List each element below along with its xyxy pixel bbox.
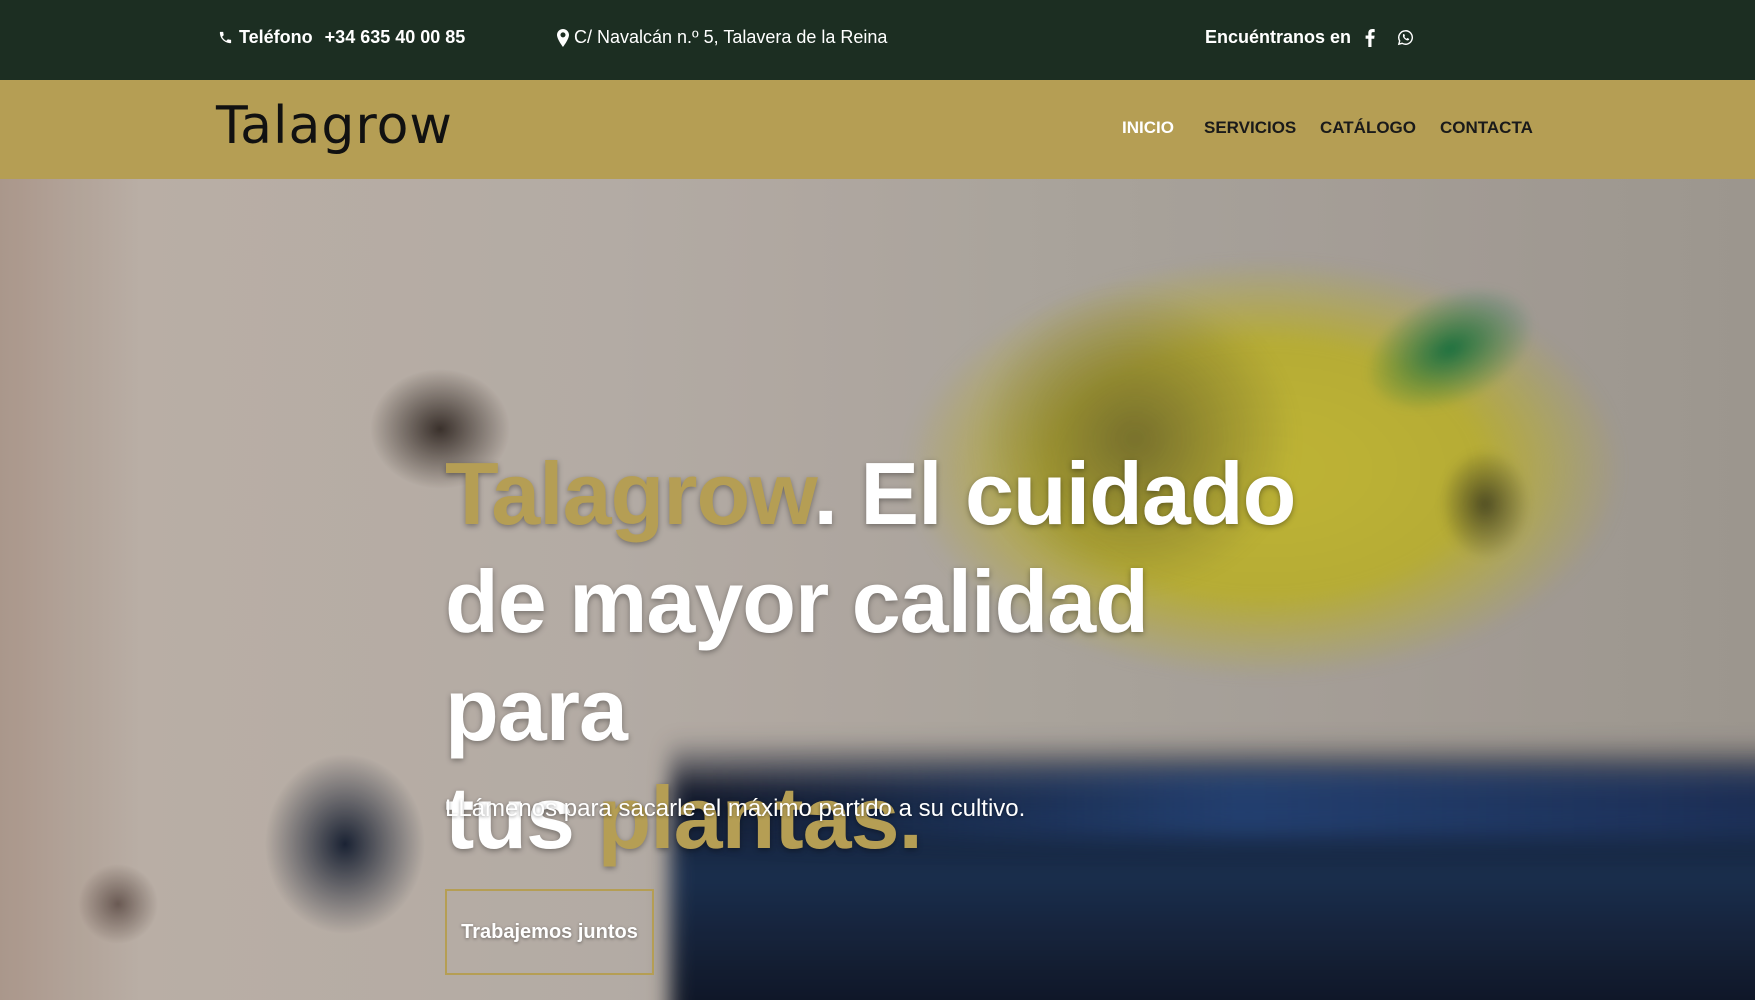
whatsapp-icon[interactable] <box>1397 29 1414 46</box>
address-info: C/ Navalcán n.º 5, Talavera de la Reina <box>557 27 887 48</box>
nav-item-servicios[interactable]: SERVICIOS <box>1204 118 1296 138</box>
headline-line1-rest: . El cuidado <box>813 444 1297 543</box>
nav-item-catalogo[interactable]: CATÁLOGO <box>1320 118 1416 138</box>
phone-number[interactable]: +34 635 40 00 85 <box>325 27 466 48</box>
nav-item-contacta[interactable]: CONTACTA <box>1440 118 1533 138</box>
main-header: Talagrow INICIO SERVICIOS CATÁLOGO CONTA… <box>0 80 1755 179</box>
top-contact-bar: Teléfono +34 635 40 00 85 C/ Navalcán n.… <box>0 0 1755 80</box>
social-links: Encuéntranos en <box>1205 27 1414 48</box>
cta-button[interactable]: Trabajemos juntos <box>445 889 654 975</box>
facebook-icon[interactable] <box>1365 28 1375 47</box>
hero-subtitle: LLámenos para sacarle el máximo partido … <box>445 795 1026 822</box>
phone-label: Teléfono <box>239 27 313 47</box>
headline-line2: de mayor calidad para <box>445 552 1149 759</box>
phone-info[interactable]: Teléfono +34 635 40 00 85 <box>218 27 465 48</box>
phone-icon <box>218 30 233 45</box>
main-nav: INICIO SERVICIOS CATÁLOGO CONTACTA <box>0 118 1755 142</box>
headline-brand: Talagrow <box>445 444 814 543</box>
nav-item-inicio[interactable]: INICIO <box>1122 118 1174 138</box>
map-pin-icon <box>557 28 569 47</box>
social-label: Encuéntranos en <box>1205 27 1352 47</box>
address-text: C/ Navalcán n.º 5, Talavera de la Reina <box>574 27 888 47</box>
